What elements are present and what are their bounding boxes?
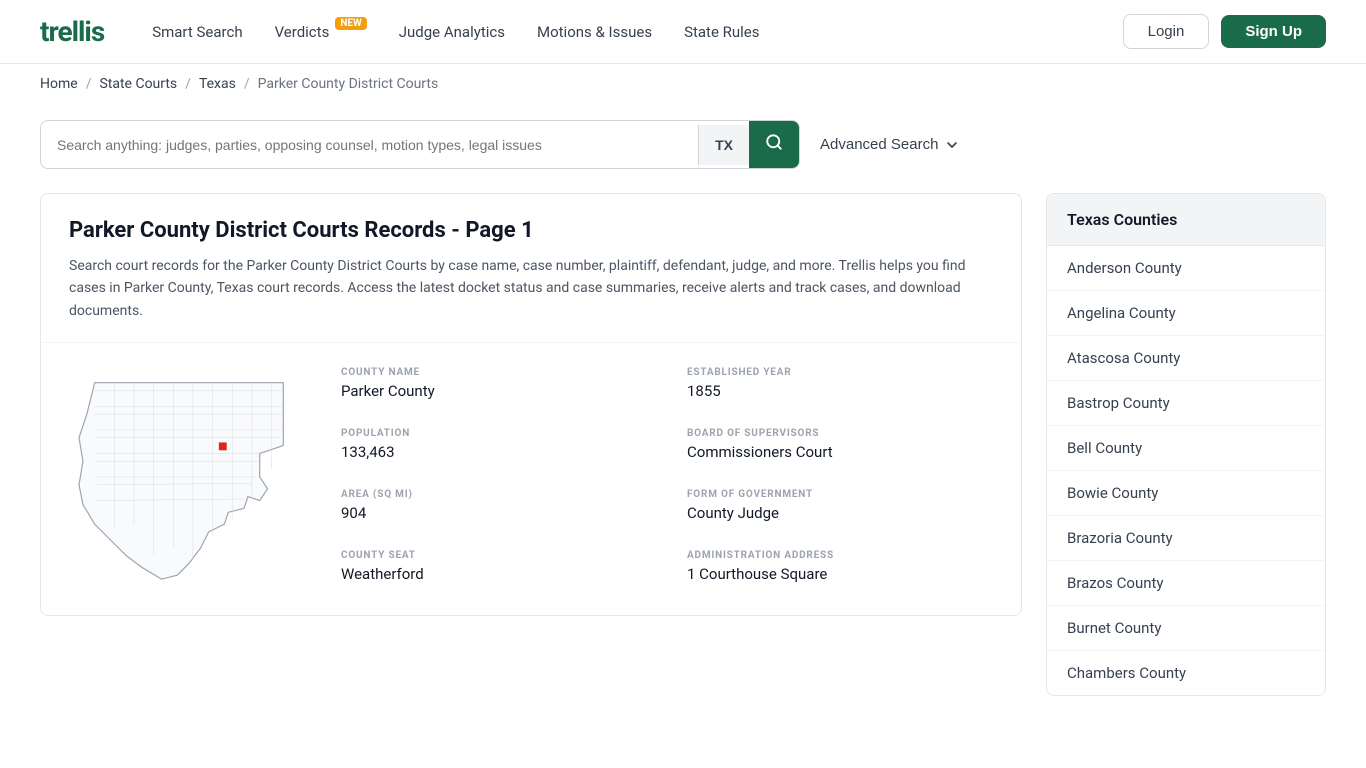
search-icon [765, 133, 783, 151]
county-seat-value: Weatherford [341, 565, 647, 583]
header-left: trellis Smart Search Verdicts NEW Judge … [40, 15, 760, 48]
nav-smart-search[interactable]: Smart Search [152, 23, 242, 41]
established-year-group: ESTABLISHED YEAR 1855 [687, 367, 993, 408]
nav-motions-issues[interactable]: Motions & Issues [537, 23, 652, 41]
login-button[interactable]: Login [1123, 14, 1210, 49]
breadcrumb-home[interactable]: Home [40, 76, 78, 92]
sidebar-item-brazos[interactable]: Brazos County [1047, 561, 1325, 606]
breadcrumb-sep-3: / [244, 76, 250, 92]
nav-state-rules[interactable]: State Rules [684, 23, 759, 41]
county-details: COUNTY NAME Parker County ESTABLISHED YE… [341, 367, 993, 591]
established-year-value: 1855 [687, 382, 993, 400]
population-value: 133,463 [341, 443, 647, 461]
search-section: TX Advanced Search [0, 104, 1366, 193]
signup-button[interactable]: Sign Up [1221, 15, 1326, 48]
county-info: COUNTY NAME Parker County ESTABLISHED YE… [41, 342, 1021, 615]
board-value: Commissioners Court [687, 443, 993, 461]
sidebar-item-bell[interactable]: Bell County [1047, 426, 1325, 471]
chevron-down-icon [944, 137, 960, 153]
admin-address-value: 1 Courthouse Square [687, 565, 993, 583]
form-gov-value: County Judge [687, 504, 993, 522]
admin-address-group: ADMINISTRATION ADDRESS 1 Courthouse Squa… [687, 550, 993, 591]
page-title: Parker County District Courts Records - … [69, 218, 993, 243]
county-marker [219, 443, 227, 451]
content-area: Parker County District Courts Records - … [40, 193, 1022, 616]
sidebar-item-chambers[interactable]: Chambers County [1047, 651, 1325, 695]
advanced-search-button[interactable]: Advanced Search [820, 136, 960, 153]
search-wrapper: TX [40, 120, 800, 169]
breadcrumb: Home / State Courts / Texas / Parker Cou… [0, 64, 1366, 104]
sidebar-item-burnet[interactable]: Burnet County [1047, 606, 1325, 651]
breadcrumb-sep-1: / [86, 76, 92, 92]
county-name-value: Parker County [341, 382, 647, 400]
nav-judge-analytics[interactable]: Judge Analytics [399, 23, 505, 41]
texas-map-svg [69, 367, 309, 587]
main-layout: Parker County District Courts Records - … [0, 193, 1366, 736]
population-label: POPULATION [341, 428, 647, 439]
sidebar-item-bastrop[interactable]: Bastrop County [1047, 381, 1325, 426]
search-input[interactable] [41, 125, 698, 165]
search-button[interactable] [749, 121, 799, 168]
logo[interactable]: trellis [40, 15, 104, 48]
population-group: POPULATION 133,463 [341, 428, 647, 469]
sidebar: Texas Counties Anderson County Angelina … [1046, 193, 1326, 696]
county-name-group: COUNTY NAME Parker County [341, 367, 647, 408]
board-group: BOARD OF SUPERVISORS Commissioners Court [687, 428, 993, 469]
main-nav: Smart Search Verdicts NEW Judge Analytic… [152, 23, 759, 41]
header-right: Login Sign Up [1123, 14, 1326, 49]
content-description: Search court records for the Parker Coun… [69, 255, 993, 322]
breadcrumb-state-courts[interactable]: State Courts [99, 76, 177, 92]
county-name-label: COUNTY NAME [341, 367, 647, 378]
sidebar-item-angelina[interactable]: Angelina County [1047, 291, 1325, 336]
area-label: AREA (SQ MI) [341, 489, 647, 500]
breadcrumb-sep-2: / [185, 76, 191, 92]
breadcrumb-current: Parker County District Courts [258, 76, 439, 92]
board-label: BOARD OF SUPERVISORS [687, 428, 993, 439]
sidebar-item-brazoria[interactable]: Brazoria County [1047, 516, 1325, 561]
sidebar-item-bowie[interactable]: Bowie County [1047, 471, 1325, 516]
area-value: 904 [341, 504, 647, 522]
area-group: AREA (SQ MI) 904 [341, 489, 647, 530]
sidebar-item-anderson[interactable]: Anderson County [1047, 246, 1325, 291]
form-gov-label: FORM OF GOVERNMENT [687, 489, 993, 500]
form-gov-group: FORM OF GOVERNMENT County Judge [687, 489, 993, 530]
county-map [69, 367, 309, 591]
county-seat-label: COUNTY SEAT [341, 550, 647, 561]
breadcrumb-texas[interactable]: Texas [199, 76, 236, 92]
header: trellis Smart Search Verdicts NEW Judge … [0, 0, 1366, 64]
admin-address-label: ADMINISTRATION ADDRESS [687, 550, 993, 561]
state-selector[interactable]: TX [698, 125, 749, 165]
county-seat-group: COUNTY SEAT Weatherford [341, 550, 647, 591]
verdicts-badge: NEW [335, 17, 366, 30]
content-header: Parker County District Courts Records - … [41, 194, 1021, 342]
established-year-label: ESTABLISHED YEAR [687, 367, 993, 378]
sidebar-item-atascosa[interactable]: Atascosa County [1047, 336, 1325, 381]
nav-verdicts[interactable]: Verdicts NEW [275, 23, 367, 41]
sidebar-header: Texas Counties [1047, 194, 1325, 246]
